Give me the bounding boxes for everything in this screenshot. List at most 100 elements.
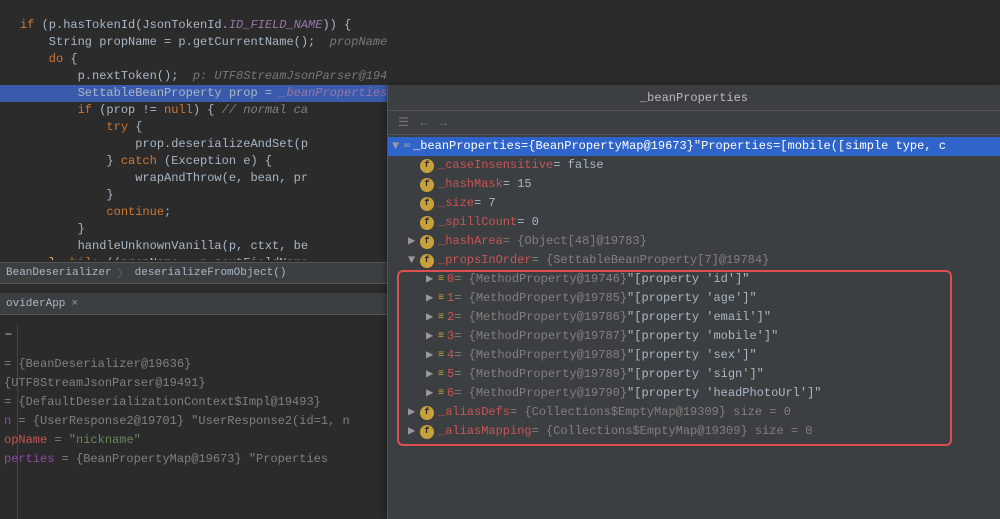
var-row[interactable]: = {DefaultDeserializationContext$Impl@19… <box>4 393 387 412</box>
tree-row[interactable]: ▶≡1 = {MethodProperty@19785} "[property … <box>388 289 1000 308</box>
field-name: _hashMask <box>438 175 503 194</box>
index-label: 6 <box>447 384 454 403</box>
code-token: continue <box>20 205 164 219</box>
tree-row[interactable]: f_hashMask = 15 <box>388 175 1000 194</box>
code-editor[interactable]: if (p.hasTokenId(JsonTokenId.ID_FIELD_NA… <box>0 0 387 260</box>
code-token: } <box>20 222 85 236</box>
code-token: if <box>20 18 34 32</box>
tree-row[interactable]: ▶≡0 = {MethodProperty@19746} "[property … <box>388 270 1000 289</box>
code-token: do <box>20 52 63 66</box>
back-icon[interactable]: ← <box>421 116 428 130</box>
field-name: _size <box>438 194 474 213</box>
popup-toolbar: ☰ ← → <box>388 111 1000 135</box>
field-name: _aliasMapping <box>438 422 532 441</box>
code-token: try <box>20 120 128 134</box>
var-row[interactable]: = {BeanDeserializer@19636} <box>4 355 387 374</box>
popup-title: _beanProperties <box>388 85 1000 111</box>
chevron-right-icon[interactable]: ▶ <box>426 308 438 327</box>
evaluate-popup: _beanProperties ☰ ← → ▼ ∞ _beanPropertie… <box>387 85 1000 519</box>
tree-row[interactable]: f_spillCount = 0 <box>388 213 1000 232</box>
tree-row[interactable]: ▶≡3 = {MethodProperty@19787} "[property … <box>388 327 1000 346</box>
code-token: _beanProperties <box>279 86 387 100</box>
field-name: _propsInOrder <box>438 251 532 270</box>
array-element-icon: ≡ <box>438 308 443 327</box>
breadcrumb-item[interactable]: deserializeFromObject() <box>135 267 287 279</box>
chevron-right-icon[interactable]: ▶ <box>426 327 438 346</box>
chevron-right-icon: 〉 <box>118 265 129 281</box>
inline-debug-hint: p: UTF8StreamJsonParser@19491 <box>193 69 387 83</box>
tree-row[interactable]: ▶≡6 = {MethodProperty@19790} "[property … <box>388 384 1000 403</box>
breadcrumb-item[interactable]: BeanDeserializer <box>6 267 112 279</box>
link-icon: ∞ <box>404 137 410 156</box>
array-element-icon: ≡ <box>438 384 443 403</box>
code-token: ) { <box>193 103 222 117</box>
tree-row[interactable]: f_caseInsensitive = false <box>388 156 1000 175</box>
field-icon: f <box>420 159 434 173</box>
code-token: null <box>164 103 193 117</box>
chevron-right-icon[interactable]: ▶ <box>426 270 438 289</box>
array-element-icon: ≡ <box>438 365 443 384</box>
tree-row[interactable]: f_size = 7 <box>388 194 1000 213</box>
index-label: 5 <box>447 365 454 384</box>
inline-debug-hint: propName: "nickname" <box>330 35 387 49</box>
tree-row[interactable]: ▶≡5 = {MethodProperty@19789} "[property … <box>388 365 1000 384</box>
tree-icon[interactable]: ☰ <box>398 115 409 130</box>
field-name: _beanProperties <box>413 137 521 156</box>
tree-root[interactable]: ▼ ∞ _beanProperties = {BeanPropertyMap@1… <box>388 137 1000 156</box>
chevron-right-icon[interactable]: ▶ <box>426 365 438 384</box>
debug-tree[interactable]: ▼ ∞ _beanProperties = {BeanPropertyMap@1… <box>388 135 1000 441</box>
field-icon: f <box>420 254 434 268</box>
var-row[interactable]: n = {UserResponse2@19701} "UserResponse2… <box>4 412 387 431</box>
code-token: ID_FIELD_NAME <box>229 18 323 32</box>
forward-icon[interactable]: → <box>440 116 447 130</box>
code-token: )) { <box>322 18 351 32</box>
code-token: prop.deserializeAndSet(p <box>20 137 308 151</box>
variables-panel[interactable]: = {BeanDeserializer@19636} {UTF8StreamJs… <box>0 355 387 519</box>
code-token: (p.hasTokenId(JsonTokenId. <box>34 18 228 32</box>
code-token: ; <box>164 205 171 219</box>
tree-row[interactable]: ▼f_propsInOrder = {SettableBeanProperty[… <box>388 251 1000 270</box>
code-token: if <box>20 103 92 117</box>
code-token: catch <box>121 154 157 168</box>
index-label: 3 <box>447 327 454 346</box>
field-icon: f <box>420 406 434 420</box>
code-token: while <box>56 256 99 260</box>
code-token: (Exception e) { <box>157 154 272 168</box>
close-icon[interactable]: × <box>71 298 78 310</box>
chevron-right-icon[interactable]: ▶ <box>426 384 438 403</box>
field-icon: f <box>420 197 434 211</box>
code-token: p.nextToken(); <box>20 69 193 83</box>
code-token: wrapAndThrow(e, bean, pr <box>20 171 308 185</box>
var-row[interactable]: {UTF8StreamJsonParser@19491} <box>4 374 387 393</box>
field-icon: f <box>420 425 434 439</box>
tab-label[interactable]: oviderApp <box>6 298 65 310</box>
breadcrumb: BeanDeserializer 〉 deserializeFromObject… <box>0 262 387 284</box>
index-label: 1 <box>447 289 454 308</box>
code-token: ((propName = p.nextFieldName <box>99 256 308 260</box>
chevron-down-icon[interactable]: ▼ <box>392 137 404 156</box>
chevron-right-icon[interactable]: ▶ <box>408 422 420 441</box>
tree-row[interactable]: ▶≡4 = {MethodProperty@19788} "[property … <box>388 346 1000 365</box>
array-element-icon: ≡ <box>438 270 443 289</box>
chevron-right-icon[interactable]: ▶ <box>408 403 420 422</box>
code-token: (prop != <box>92 103 164 117</box>
code-token: { <box>63 52 77 66</box>
var-row[interactable]: opName = "nickname" <box>4 431 387 450</box>
chevron-down-icon[interactable]: ▼ <box>408 251 420 270</box>
tree-row[interactable]: ▶f_hashArea = {Object[48]@19783} <box>388 232 1000 251</box>
code-token: } <box>20 154 121 168</box>
index-label: 0 <box>447 270 454 289</box>
tree-row[interactable]: ▶f_aliasDefs = {Collections$EmptyMap@193… <box>388 403 1000 422</box>
tree-row[interactable]: ▶≡2 = {MethodProperty@19786} "[property … <box>388 308 1000 327</box>
field-icon: f <box>420 178 434 192</box>
var-row[interactable]: perties = {BeanPropertyMap@19673} "Prope… <box>4 450 387 469</box>
code-token: } <box>20 256 56 260</box>
chevron-right-icon[interactable]: ▶ <box>426 289 438 308</box>
index-label: 4 <box>447 346 454 365</box>
field-icon: f <box>420 216 434 230</box>
chevron-right-icon[interactable]: ▶ <box>408 232 420 251</box>
field-name: _spillCount <box>438 213 517 232</box>
chevron-right-icon[interactable]: ▶ <box>426 346 438 365</box>
code-token: handleUnknownVanilla(p, ctxt, be <box>20 239 308 253</box>
tree-row[interactable]: ▶f_aliasMapping = {Collections$EmptyMap@… <box>388 422 1000 441</box>
